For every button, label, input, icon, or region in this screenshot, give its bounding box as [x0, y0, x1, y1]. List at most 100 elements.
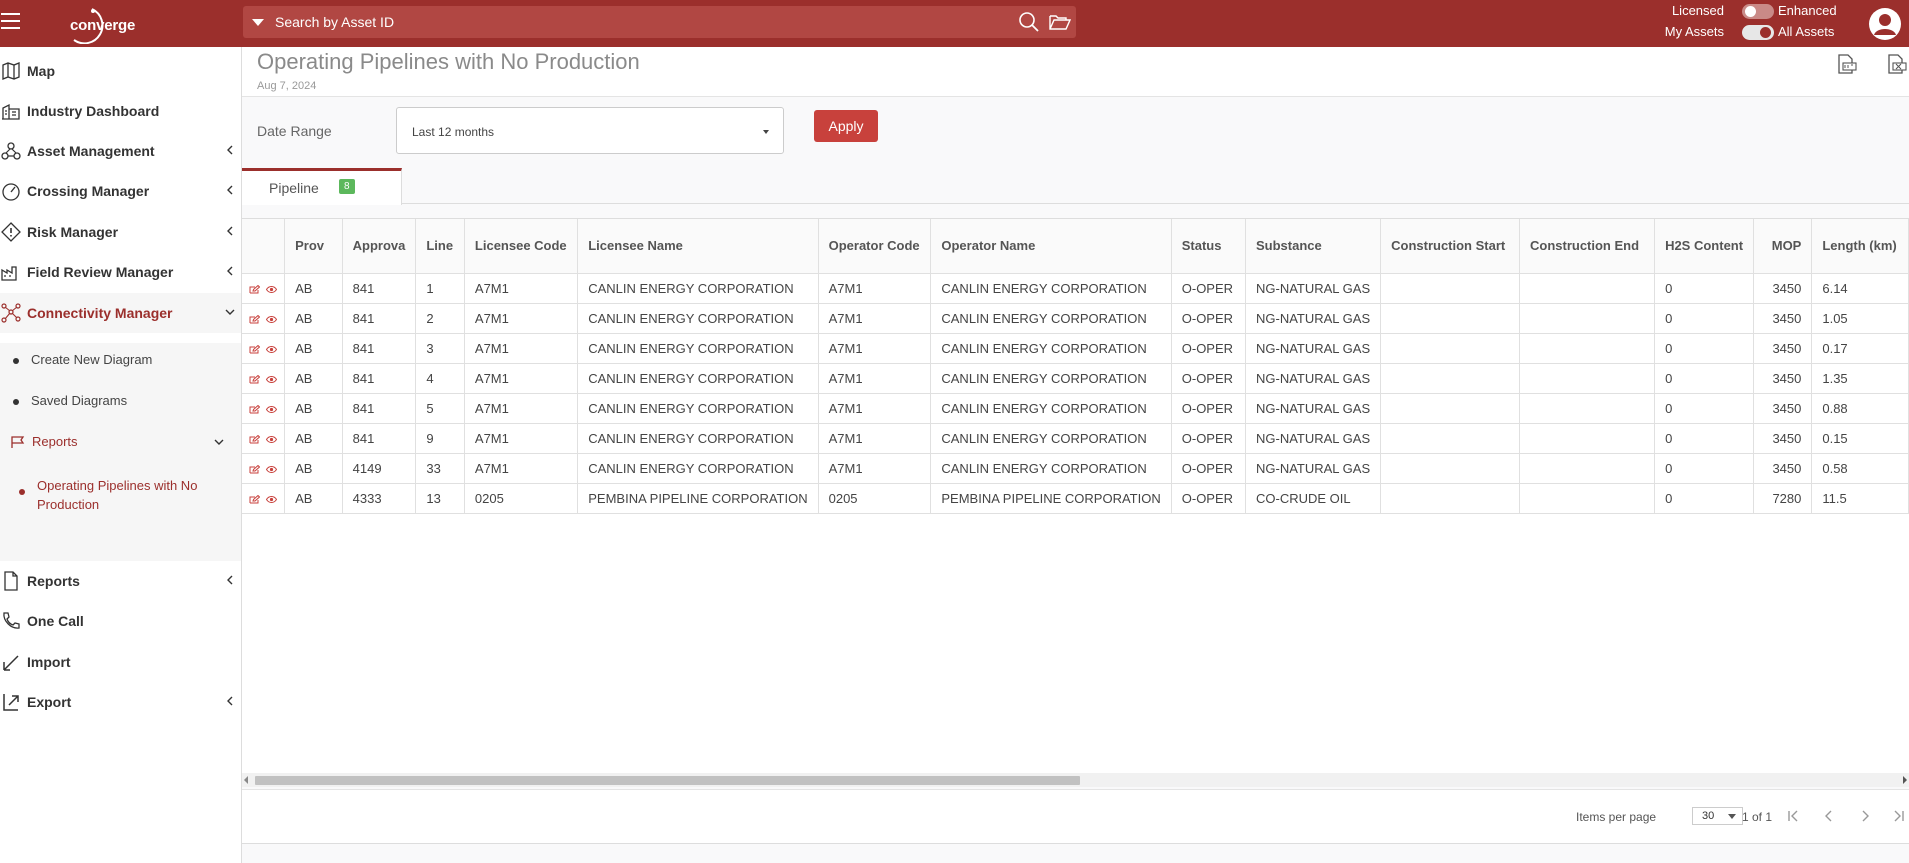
cell-mop: 7280 — [1753, 483, 1813, 514]
search-dropdown-caret-icon[interactable] — [252, 19, 264, 26]
sidebar-item-connectivity-reports[interactable]: Reports — [0, 427, 241, 457]
view-eye-icon[interactable] — [266, 435, 277, 444]
column-header-licensee-name[interactable]: Licensee Name — [577, 219, 819, 274]
sidebar-item-saved-diagrams[interactable]: Saved Diagrams — [0, 386, 241, 416]
edit-icon[interactable] — [249, 494, 260, 504]
column-header-licensee-code[interactable]: Licensee Code — [464, 219, 579, 274]
table-row[interactable]: AB 841 3 A7M1 CANLIN ENERGY CORPORATION A7M1 C… — [242, 333, 1909, 364]
asset-filter-toggles: Licensed Enhanced My Assets All Assets — [1660, 3, 1860, 43]
licensed-enhanced-toggle[interactable] — [1742, 4, 1774, 19]
sidebar-item-operating-pipelines-report[interactable]: Operating Pipelines with No Production — [0, 476, 241, 516]
menu-icon[interactable] — [1, 13, 20, 32]
column-header-line[interactable]: Line — [415, 219, 465, 274]
scrollbar-thumb[interactable] — [255, 776, 1080, 785]
sidebar-item-field-review-manager[interactable]: Field Review Manager — [0, 252, 241, 292]
table-row[interactable]: AB 841 2 A7M1 CANLIN ENERGY CORPORATION A7M1 C… — [242, 303, 1909, 334]
sidebar-item-one-call[interactable]: One Call — [0, 601, 241, 641]
sidebar-item-label: Connectivity Manager — [27, 305, 173, 321]
export-pdf-icon[interactable] — [1835, 53, 1857, 75]
apply-button[interactable]: Apply — [814, 110, 878, 142]
cell-construction-start — [1380, 363, 1520, 394]
page-title: Operating Pipelines with No Production — [257, 49, 640, 74]
table-row[interactable]: AB 841 1 A7M1 CANLIN ENERGY CORPORATION A7M1 C… — [242, 273, 1909, 304]
date-range-select[interactable]: Last 12 months — [396, 107, 784, 154]
view-eye-icon[interactable] — [266, 405, 277, 414]
sidebar-item-create-new-diagram[interactable]: Create New Diagram — [0, 345, 241, 375]
column-header-operator-code[interactable]: Operator Code — [818, 219, 932, 274]
view-eye-icon[interactable] — [266, 315, 277, 324]
column-header-substance[interactable]: Substance — [1245, 219, 1382, 274]
column-header-construction-end[interactable]: Construction End — [1519, 219, 1656, 274]
sidebar-item-reports[interactable]: Reports — [0, 561, 241, 601]
connectivity-graph-icon — [1, 303, 21, 323]
scroll-right-arrow-icon[interactable] — [1903, 776, 1907, 784]
column-header-construction-start[interactable]: Construction Start — [1380, 219, 1520, 274]
view-eye-icon[interactable] — [266, 375, 277, 384]
edit-icon[interactable] — [249, 284, 260, 294]
cell-prov: AB — [284, 453, 343, 484]
search-icon[interactable] — [1018, 11, 1040, 33]
sidebar-subitem-label: Reports — [32, 434, 78, 449]
cell-construction-end — [1519, 303, 1656, 334]
column-header-operator-name[interactable]: Operator Name — [930, 219, 1172, 274]
sidebar-item-map[interactable]: Map — [0, 51, 241, 91]
converge-logo[interactable]: converge — [34, 4, 135, 44]
column-header-status[interactable]: Status — [1171, 219, 1246, 274]
first-page-icon[interactable] — [1782, 805, 1804, 827]
cell-operator-code: A7M1 — [818, 303, 932, 334]
sidebar-item-import[interactable]: Import — [0, 642, 241, 682]
sidebar-item-industry-dashboard[interactable]: Industry Dashboard — [0, 91, 241, 131]
sidebar-item-export[interactable]: Export — [0, 682, 241, 722]
edit-icon[interactable] — [249, 314, 260, 324]
cell-h2s-content: 0 — [1654, 423, 1755, 454]
table-row[interactable]: AB 841 9 A7M1 CANLIN ENERGY CORPORATION A7M1 C… — [242, 423, 1909, 454]
table-body: AB 841 1 A7M1 CANLIN ENERGY CORPORATION A7M1 C… — [242, 273, 1909, 514]
table-row[interactable]: AB 4333 13 0205 PEMBINA PIPELINE CORPORATION… — [242, 483, 1909, 514]
column-header-mop[interactable]: MOP — [1753, 219, 1813, 274]
previous-page-icon[interactable] — [1818, 805, 1840, 827]
sidebar-item-crossing-manager[interactable]: Crossing Manager — [0, 171, 241, 211]
view-eye-icon[interactable] — [266, 495, 277, 504]
view-eye-icon[interactable] — [266, 465, 277, 474]
table-row[interactable]: AB 841 4 A7M1 CANLIN ENERGY CORPORATION A7M1 C… — [242, 363, 1909, 394]
folder-open-icon[interactable] — [1049, 12, 1071, 32]
column-header-h2s-content[interactable]: H2S Content — [1654, 219, 1755, 274]
column-header-approval[interactable]: Approva — [342, 219, 417, 274]
cell-substance: NG-NATURAL GAS — [1245, 453, 1382, 484]
export-excel-icon[interactable] — [1885, 53, 1907, 75]
my-all-assets-toggle[interactable] — [1742, 25, 1774, 40]
table-row[interactable]: AB 4149 33 A7M1 CANLIN ENERGY CORPORATION A7M… — [242, 453, 1909, 484]
column-header-prov[interactable]: Prov — [284, 219, 343, 274]
edit-icon[interactable] — [249, 404, 260, 414]
cell-h2s-content: 0 — [1654, 483, 1755, 514]
items-per-page-select[interactable]: 30 — [1692, 807, 1743, 825]
edit-icon[interactable] — [249, 434, 260, 444]
edit-icon[interactable] — [249, 344, 260, 354]
view-eye-icon[interactable] — [266, 285, 277, 294]
edit-icon[interactable] — [249, 374, 260, 384]
sidebar-item-risk-manager[interactable]: Risk Manager — [0, 212, 241, 252]
column-header-length[interactable]: Length (km) — [1811, 219, 1909, 274]
horizontal-scrollbar[interactable] — [242, 773, 1909, 787]
cell-h2s-content: 0 — [1654, 453, 1755, 484]
next-page-icon[interactable] — [1854, 805, 1876, 827]
sidebar-item-asset-management[interactable]: Asset Management — [0, 131, 241, 171]
cell-construction-start — [1380, 333, 1520, 364]
tab-pipeline[interactable]: Pipeline 8 — [242, 168, 402, 205]
licensed-label: Licensed — [1671, 3, 1724, 18]
cell-status: O-OPER — [1171, 333, 1246, 364]
sidebar-item-connectivity-manager[interactable]: Connectivity Manager — [0, 293, 241, 333]
table-row[interactable]: AB 841 5 A7M1 CANLIN ENERGY CORPORATION A7M1 C… — [242, 393, 1909, 424]
page-header: Operating Pipelines with No Production A… — [242, 47, 1909, 97]
last-page-icon[interactable] — [1888, 805, 1909, 827]
user-avatar-icon[interactable] — [1868, 7, 1902, 41]
edit-icon[interactable] — [249, 464, 260, 474]
search-input[interactable]: Search by Asset ID — [275, 14, 394, 30]
cell-length: 6.14 — [1811, 273, 1909, 304]
asset-search-box[interactable]: Search by Asset ID — [243, 6, 1076, 38]
view-eye-icon[interactable] — [266, 345, 277, 354]
table-header-row: Prov Approva Line Licensee Code Licensee… — [242, 219, 1909, 274]
scroll-left-arrow-icon[interactable] — [244, 776, 248, 784]
cell-status: O-OPER — [1171, 483, 1246, 514]
row-actions — [242, 303, 286, 334]
